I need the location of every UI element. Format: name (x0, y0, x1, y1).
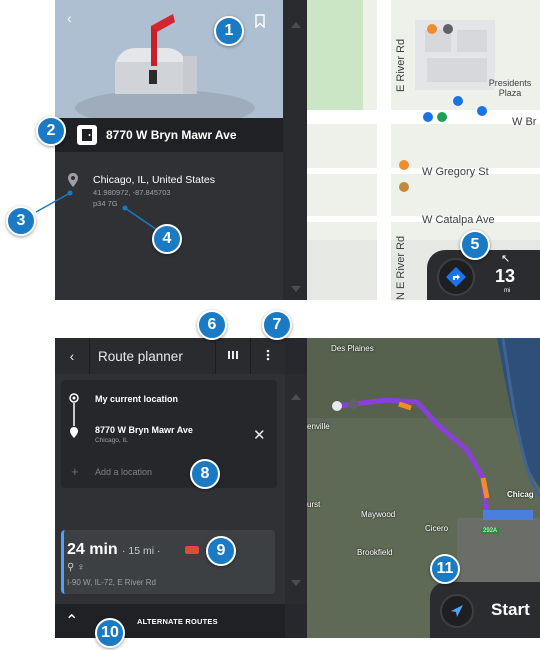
callout-9: 9 (206, 536, 236, 566)
callout-3: 3 (6, 206, 36, 236)
callout-11: 11 (430, 554, 460, 584)
callout-2: 2 (36, 116, 66, 146)
callout-4: 4 (152, 224, 182, 254)
callout-8: 8 (190, 459, 220, 489)
callout-6: 6 (197, 310, 227, 340)
callout-7: 7 (262, 310, 292, 340)
callout-10: 10 (95, 618, 125, 648)
callout-5: 5 (460, 230, 490, 260)
callout-1: 1 (214, 16, 244, 46)
